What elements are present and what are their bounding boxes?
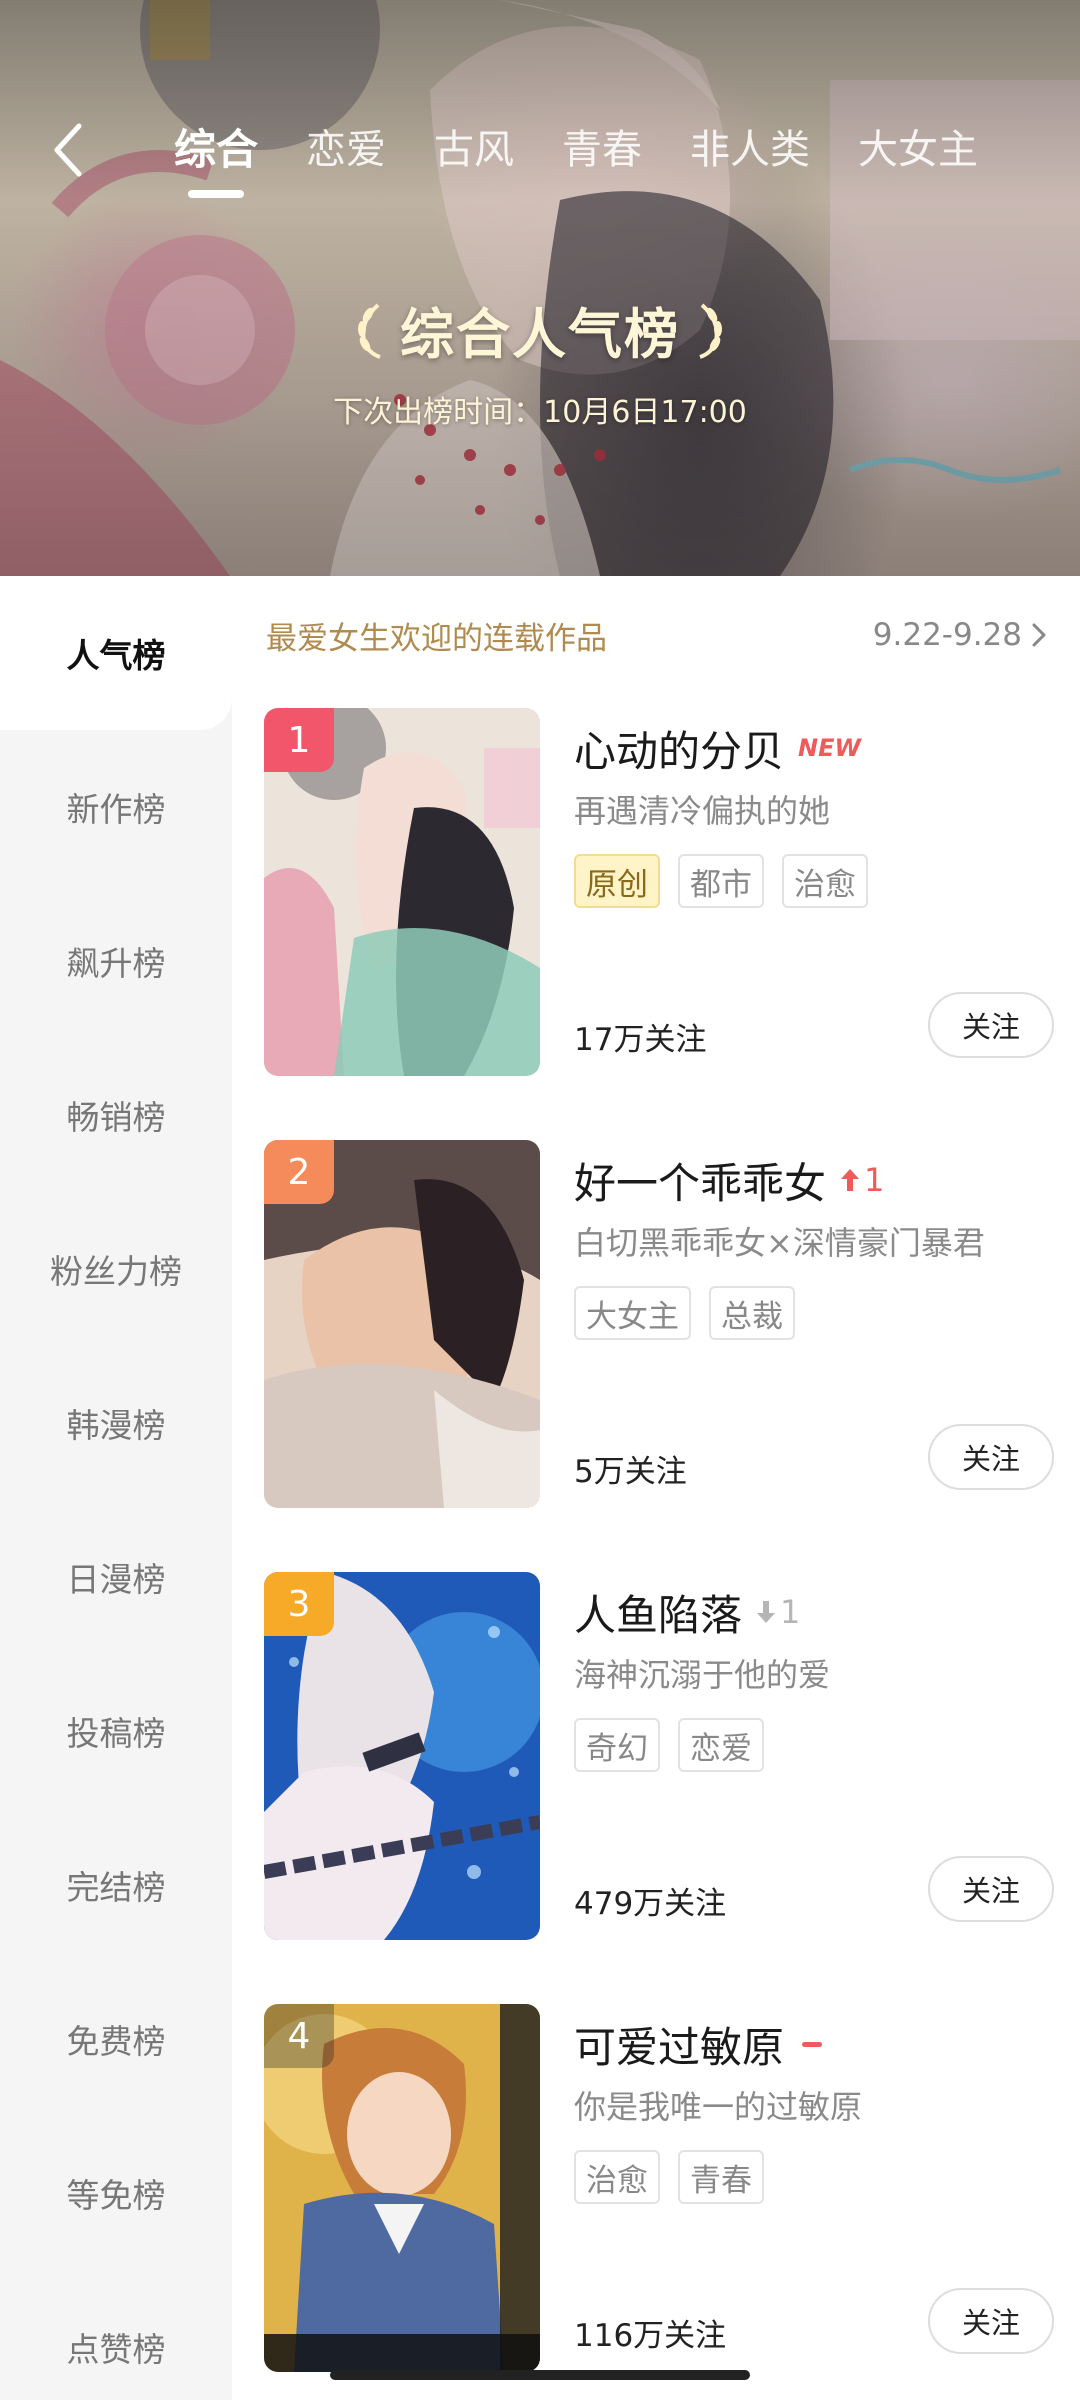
follow-button[interactable]: 关注: [928, 2288, 1054, 2354]
comic-cover[interactable]: 2: [264, 1140, 540, 1508]
ranking-title-block: 综合人气榜 下次出榜时间：10月6日17:00: [0, 290, 1080, 431]
tab-zonghe[interactable]: 综合: [150, 110, 282, 198]
tag-list: 大女主 总裁: [574, 1286, 1054, 1340]
rank-badge: 4: [264, 2004, 334, 2068]
ranking-list: 最爱女生欢迎的连载作品 9.22-9.28 1 心动的分贝 NEW 再遇清冷偏执…: [232, 576, 1080, 2400]
sidebar-item-fensili[interactable]: 粉丝力榜: [0, 1192, 232, 1346]
date-range-text: 9.22-9.28: [872, 617, 1022, 653]
ranking-title: 综合人气榜: [354, 290, 726, 369]
tag: 总裁: [709, 1286, 795, 1340]
date-range-selector[interactable]: 9.22-9.28: [873, 617, 1046, 653]
rank-badge: 1: [264, 708, 334, 772]
rank-unchanged-icon: [802, 2041, 823, 2047]
comic-cover[interactable]: 3: [264, 1572, 540, 1940]
list-item[interactable]: 4 可爱过敏原 你是我唯一的过敏原 治愈 青春 116万关注 关注: [264, 2004, 1054, 2372]
tag-list: 治愈 青春: [574, 2150, 1054, 2204]
tab-feirenlei[interactable]: 非人类: [666, 110, 834, 190]
tag: 治愈: [782, 854, 868, 908]
comic-description: 再遇清冷偏执的她: [574, 792, 831, 830]
new-badge: NEW: [798, 734, 861, 762]
comic-title[interactable]: 人鱼陷落: [574, 1582, 742, 1643]
sidebar-item-renqi[interactable]: 人气榜: [0, 576, 232, 730]
rank-trend: 1: [840, 1161, 884, 1199]
comic-info: 可爱过敏原 你是我唯一的过敏原 治愈 青春 116万关注 关注: [574, 2004, 1054, 2372]
sidebar-item-biaosheng[interactable]: 飙升榜: [0, 884, 232, 1038]
follow-button[interactable]: 关注: [928, 1424, 1054, 1490]
tag: 原创: [574, 854, 660, 908]
back-button[interactable]: [40, 118, 96, 182]
list-item[interactable]: 3 人鱼陷落 1 海神沉溺于他的爱 奇幻 恋爱 479万关注 关注: [264, 1572, 1054, 1940]
tag: 都市: [678, 854, 764, 908]
tag: 奇幻: [574, 1718, 660, 1772]
comic-title[interactable]: 心动的分贝: [574, 718, 784, 779]
tab-danvzhu[interactable]: 大女主: [834, 110, 1002, 190]
rank-trend: 1: [756, 1593, 800, 1631]
comic-title[interactable]: 可爱过敏原: [574, 2014, 784, 2075]
sidebar-item-wanjie[interactable]: 完结榜: [0, 1808, 232, 1962]
comic-description: 你是我唯一的过敏原: [574, 2088, 863, 2126]
tab-gufeng[interactable]: 古风: [410, 110, 538, 190]
comic-info: 好一个乖乖女 1 白切黑乖乖女×深情豪门暴君 大女主 总裁 5万关注 关注: [574, 1140, 1054, 1508]
tag-list: 奇幻 恋爱: [574, 1718, 1054, 1772]
banner-shade: [0, 0, 1080, 576]
rank-badge: 3: [264, 1572, 334, 1636]
sidebar-item-tougao[interactable]: 投稿榜: [0, 1654, 232, 1808]
comic-cover[interactable]: 1: [264, 708, 540, 1076]
comic-info: 心动的分贝 NEW 再遇清冷偏执的她 原创 都市 治愈 17万关注 关注: [574, 708, 1054, 1076]
sidebar-item-mianfei[interactable]: 免费榜: [0, 1962, 232, 2116]
list-item[interactable]: 2 好一个乖乖女 1 白切黑乖乖女×深情豪门暴君 大女主 总裁 5万关注 关注: [264, 1140, 1054, 1508]
comic-title[interactable]: 好一个乖乖女: [574, 1150, 826, 1211]
sidebar-item-changxiao[interactable]: 畅销榜: [0, 1038, 232, 1192]
list-caption: 最爱女生欢迎的连载作品: [266, 620, 607, 657]
next-update-time: 下次出榜时间：10月6日17:00: [333, 395, 747, 430]
laurel-right-icon: [699, 303, 722, 359]
ranking-title-text: 综合人气榜: [400, 303, 680, 366]
chevron-right-icon: [1032, 623, 1046, 647]
tab-qingchun[interactable]: 青春: [538, 110, 666, 190]
tag: 大女主: [574, 1286, 691, 1340]
sidebar-item-hanman[interactable]: 韩漫榜: [0, 1346, 232, 1500]
list-header: 最爱女生欢迎的连载作品 9.22-9.28: [266, 610, 1046, 660]
tag: 治愈: [574, 2150, 660, 2204]
tag-list: 原创 都市 治愈: [574, 854, 1054, 908]
comic-cover[interactable]: 4: [264, 2004, 540, 2372]
home-indicator[interactable]: [330, 2370, 750, 2380]
trend-value: 1: [864, 1161, 885, 1199]
follow-count: 5万关注: [574, 1454, 687, 1490]
follow-count: 116万关注: [574, 2318, 727, 2354]
comic-description: 海神沉溺于他的爱: [574, 1656, 831, 1694]
top-nav: 综合 恋爱 古风 青春 非人类 大女主: [0, 110, 1080, 198]
hero-banner: 综合 恋爱 古风 青春 非人类 大女主 综合人气榜 下次出榜时间：10月6日17…: [0, 0, 1080, 576]
comic-description: 白切黑乖乖女×深情豪门暴君: [574, 1224, 985, 1262]
follow-count: 17万关注: [574, 1022, 707, 1058]
sidebar-item-xinzuo[interactable]: 新作榜: [0, 730, 232, 884]
tab-lianai[interactable]: 恋爱: [282, 110, 410, 190]
tag: 青春: [678, 2150, 764, 2204]
laurel-left-icon: [358, 303, 381, 359]
ranking-sidebar: 人气榜 新作榜 飙升榜 畅销榜 粉丝力榜 韩漫榜 日漫榜 投稿榜 完结榜 免费榜…: [0, 576, 232, 2400]
arrow-down-icon: [757, 1601, 776, 1623]
tag: 恋爱: [678, 1718, 764, 1772]
comic-info: 人鱼陷落 1 海神沉溺于他的爱 奇幻 恋爱 479万关注 关注: [574, 1572, 1054, 1940]
follow-button[interactable]: 关注: [928, 1856, 1054, 1922]
rank-badge: 2: [264, 1140, 334, 1204]
follow-button[interactable]: 关注: [928, 992, 1054, 1058]
sidebar-item-dianzan[interactable]: 点赞榜: [0, 2270, 232, 2400]
list-item[interactable]: 1 心动的分贝 NEW 再遇清冷偏执的她 原创 都市 治愈 17万关注 关注: [264, 708, 1054, 1076]
chevron-left-icon: [54, 123, 82, 177]
arrow-up-icon: [841, 1169, 860, 1191]
trend-value: 1: [780, 1593, 801, 1631]
category-tabs: 综合 恋爱 古风 青春 非人类 大女主: [150, 110, 1002, 198]
sidebar-item-riman[interactable]: 日漫榜: [0, 1500, 232, 1654]
sidebar-item-dengmian[interactable]: 等免榜: [0, 2116, 232, 2270]
follow-count: 479万关注: [574, 1886, 727, 1922]
